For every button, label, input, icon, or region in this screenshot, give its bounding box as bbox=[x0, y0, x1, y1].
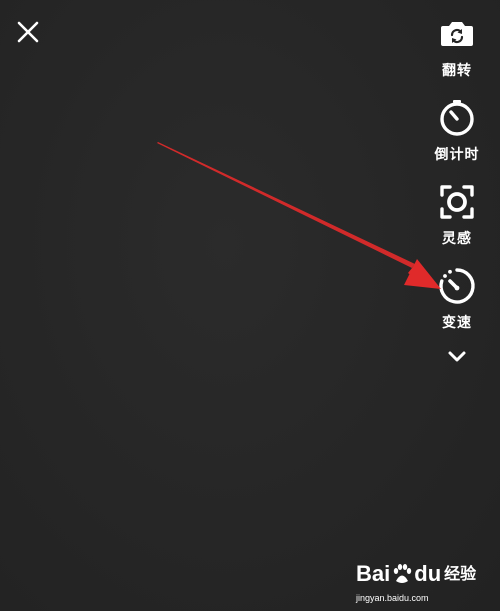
more-button[interactable] bbox=[444, 346, 470, 368]
flip-button[interactable]: 翻转 bbox=[437, 14, 477, 80]
flip-camera-icon bbox=[441, 22, 473, 46]
logo-text-suffix: 经验 bbox=[444, 564, 477, 583]
baidu-jingyan-watermark: Bai du 经验 jingyan.baidu.com bbox=[356, 561, 488, 605]
speed-button[interactable]: 变速 bbox=[437, 266, 477, 332]
countdown-button[interactable]: 倒计时 bbox=[435, 98, 480, 164]
countdown-label: 倒计时 bbox=[434, 147, 480, 163]
inspiration-label: 灵感 bbox=[442, 231, 472, 247]
speed-label: 变速 bbox=[442, 315, 472, 331]
inspiration-lens-icon bbox=[440, 185, 474, 219]
camera-screen: 翻转 倒计时 灵感 变速 Bai du 经验 jingyan.baidu.com bbox=[0, 0, 500, 611]
inspiration-button[interactable]: 灵感 bbox=[437, 182, 477, 248]
close-icon bbox=[17, 21, 39, 43]
chevron-down-icon bbox=[448, 351, 466, 362]
speed-gauge-icon bbox=[439, 268, 475, 304]
annotation-arrow bbox=[157, 142, 441, 289]
baidu-logo: Bai du 经验 bbox=[356, 561, 476, 587]
watermark-url: jingyan.baidu.com bbox=[356, 593, 429, 603]
right-toolbar: 翻转 倒计时 灵感 变速 bbox=[434, 14, 480, 368]
countdown-timer-icon bbox=[440, 100, 474, 136]
logo-text-right: du bbox=[414, 561, 442, 586]
flip-label: 翻转 bbox=[442, 63, 472, 79]
paw-icon bbox=[394, 564, 412, 583]
logo-text-left: Bai bbox=[356, 561, 391, 586]
close-button[interactable] bbox=[14, 18, 42, 46]
